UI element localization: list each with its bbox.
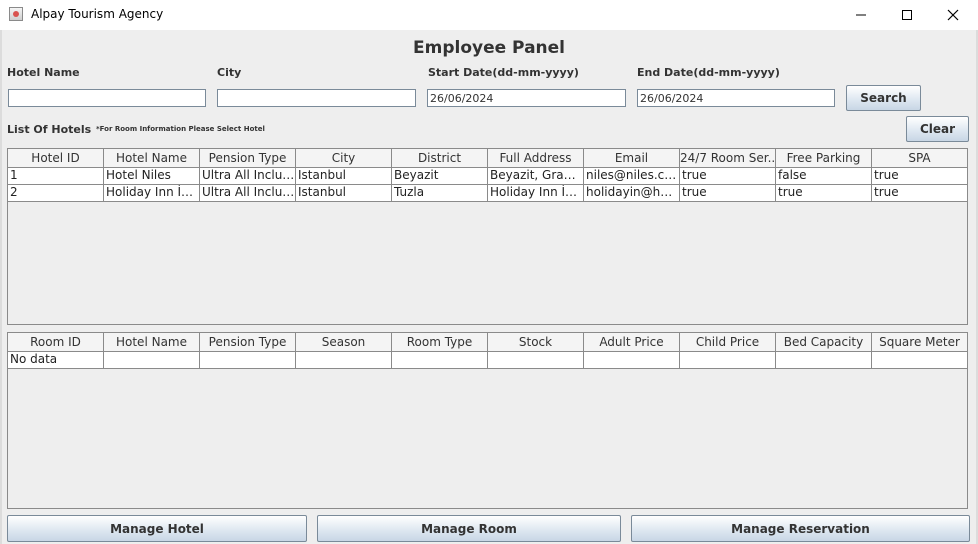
start-date-label: Start Date(dd-mm-yyyy) <box>428 66 579 79</box>
table-cell[interactable] <box>872 352 967 368</box>
table-cell[interactable] <box>680 352 776 368</box>
start-date-input[interactable]: 26/06/2024 <box>427 89 626 107</box>
maximize-icon[interactable] <box>884 0 930 30</box>
column-header[interactable]: Bed Capacity <box>776 333 872 351</box>
table-cell[interactable] <box>488 352 584 368</box>
column-header[interactable]: District <box>392 149 488 167</box>
hotel-list-label: List Of Hotels <box>7 123 92 136</box>
column-header[interactable]: Stock <box>488 333 584 351</box>
column-header[interactable]: Hotel Name <box>104 149 200 167</box>
hotel-select-hint: *For Room Information Please Select Hote… <box>96 125 265 133</box>
table-cell[interactable]: true <box>680 168 776 184</box>
table-cell[interactable] <box>584 352 680 368</box>
room-table[interactable]: Room ID Hotel Name Pension Type Season Room … <box>7 332 968 509</box>
window-frame-left <box>0 30 2 544</box>
close-icon[interactable] <box>930 0 976 30</box>
table-cell[interactable]: Holiday Inn İsta... <box>488 185 584 201</box>
table-row[interactable]: No data <box>8 352 967 369</box>
column-header[interactable]: 24/7 Room Ser... <box>680 149 776 167</box>
column-header[interactable]: Pension Type <box>200 149 296 167</box>
hotel-table[interactable]: Hotel ID Hotel Name Pension Type City Distri… <box>7 148 968 325</box>
column-header[interactable]: Hotel Name <box>104 333 200 351</box>
table-cell[interactable]: true <box>680 185 776 201</box>
table-cell[interactable]: Tuzla <box>392 185 488 201</box>
table-cell[interactable]: Beyazit <box>392 168 488 184</box>
hotel-name-input[interactable] <box>8 89 206 107</box>
table-cell[interactable]: holidayin@holi... <box>584 185 680 201</box>
column-header[interactable]: Room Type <box>392 333 488 351</box>
table-cell[interactable]: Istanbul <box>296 185 392 201</box>
table-cell[interactable]: Ultra All Inclusive <box>200 168 296 184</box>
manage-room-button[interactable]: Manage Room <box>317 515 621 542</box>
column-header[interactable]: Child Price <box>680 333 776 351</box>
column-header[interactable]: Hotel ID <box>8 149 104 167</box>
city-input[interactable] <box>217 89 416 107</box>
column-header[interactable]: Pension Type <box>200 333 296 351</box>
manage-reservation-button[interactable]: Manage Reservation <box>631 515 970 542</box>
table-cell[interactable]: 1 <box>8 168 104 184</box>
table-cell[interactable] <box>296 352 392 368</box>
search-button[interactable]: Search <box>846 85 921 111</box>
clear-button[interactable]: Clear <box>906 116 969 142</box>
end-date-label: End Date(dd-mm-yyyy) <box>637 66 780 79</box>
table-cell[interactable]: niles@niles.com <box>584 168 680 184</box>
table-cell[interactable] <box>776 352 872 368</box>
table-cell[interactable]: Holiday Inn İst... <box>104 185 200 201</box>
table-cell[interactable]: Istanbul <box>296 168 392 184</box>
table-row[interactable]: 2 Holiday Inn İst... Ultra All Inclusive Is… <box>8 185 967 202</box>
table-cell[interactable]: true <box>872 168 967 184</box>
table-cell[interactable]: true <box>872 185 967 201</box>
table-header: Hotel ID Hotel Name Pension Type City Distri… <box>8 149 967 168</box>
table-cell[interactable]: false <box>776 168 872 184</box>
end-date-input[interactable]: 26/06/2024 <box>637 89 835 107</box>
table-cell[interactable] <box>200 352 296 368</box>
column-header[interactable]: Full Address <box>488 149 584 167</box>
table-cell[interactable]: No data <box>8 352 104 368</box>
column-header[interactable]: Free Parking <box>776 149 872 167</box>
column-header[interactable]: SPA <box>872 149 967 167</box>
table-header: Room ID Hotel Name Pension Type Season Room … <box>8 333 967 352</box>
manage-hotel-button[interactable]: Manage Hotel <box>7 515 307 542</box>
column-header[interactable]: Email <box>584 149 680 167</box>
column-header[interactable]: Room ID <box>8 333 104 351</box>
table-cell[interactable]: Beyazit, Grand ... <box>488 168 584 184</box>
table-cell[interactable] <box>104 352 200 368</box>
table-cell[interactable]: true <box>776 185 872 201</box>
table-row[interactable]: 1 Hotel Niles Ultra All Inclusive Istanbul B… <box>8 168 967 185</box>
column-header[interactable]: Adult Price <box>584 333 680 351</box>
java-app-icon <box>9 7 23 21</box>
table-cell[interactable]: Ultra All Inclusive <box>200 185 296 201</box>
title-bar: Alpay Tourism Agency <box>0 0 978 30</box>
window-title: Alpay Tourism Agency <box>31 7 164 21</box>
table-cell[interactable]: 2 <box>8 185 104 201</box>
minimize-icon[interactable] <box>838 0 884 30</box>
column-header[interactable]: Season <box>296 333 392 351</box>
table-cell[interactable]: Hotel Niles <box>104 168 200 184</box>
page-title: Employee Panel <box>413 38 565 58</box>
city-label: City <box>217 66 242 79</box>
hotel-name-label: Hotel Name <box>7 66 80 79</box>
column-header[interactable]: Square Meter <box>872 333 967 351</box>
column-header[interactable]: City <box>296 149 392 167</box>
table-cell[interactable] <box>392 352 488 368</box>
